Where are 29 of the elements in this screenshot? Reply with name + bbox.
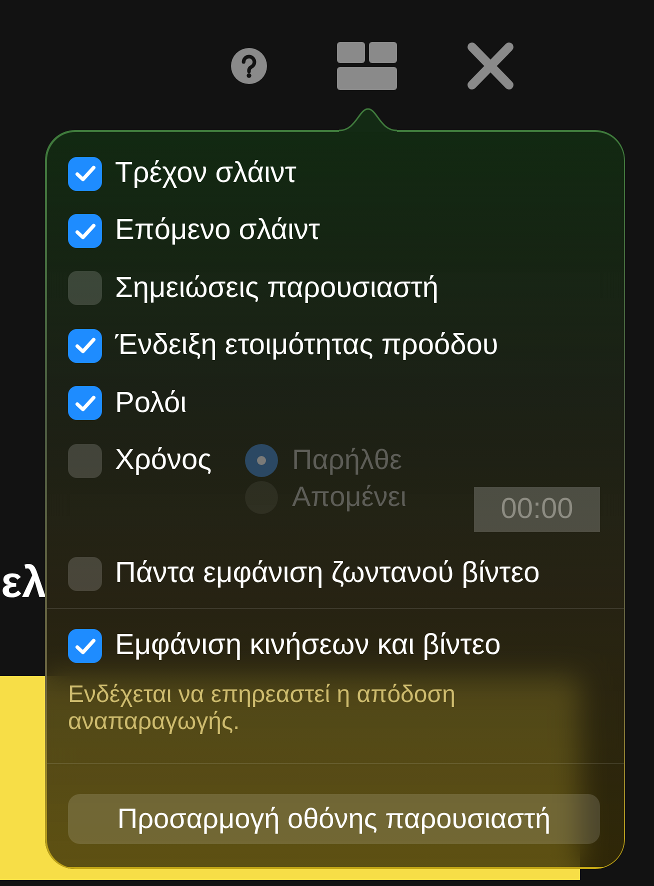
checkmark-icon [74, 638, 96, 655]
checkbox[interactable] [68, 556, 102, 591]
checkbox[interactable] [68, 386, 102, 420]
customize-display-button[interactable]: Προσαρμογή οθόνης παρουσιαστή [68, 794, 600, 844]
close-icon[interactable] [467, 42, 514, 90]
option-label: Εμφάνιση κινήσεων και βίντεο [115, 628, 501, 664]
option-label: Χρόνος [115, 442, 212, 478]
radio-label: Απομένει [292, 480, 406, 514]
checkmark-icon [74, 337, 96, 354]
option-label: Επόμενο σλάιντ [115, 213, 320, 248]
checkmark-icon [74, 165, 96, 182]
checkbox[interactable] [68, 214, 102, 248]
hint-text: Ενδέχεται να επηρεαστεί η απόδοση αναπαραγωγής. [68, 680, 456, 735]
help-icon[interactable] [231, 48, 267, 84]
option-label: Σημειώσεις παρουσιαστή [115, 270, 439, 306]
layout-icon[interactable] [337, 42, 397, 90]
slide-title-text: ελ [1, 561, 46, 605]
radio-label: Παρήλθε [292, 443, 402, 478]
popover-pointer [339, 107, 397, 132]
checkbox[interactable] [68, 629, 102, 664]
checkmark-icon [74, 222, 96, 240]
option-label: Πάντα εμφάνιση ζωντανού βίντεο [115, 556, 540, 591]
checkmark-icon [74, 394, 96, 412]
option-label: Τρέχον σλάιντ [115, 156, 296, 191]
checkbox[interactable] [68, 328, 102, 363]
checkbox[interactable] [68, 271, 102, 306]
option-label: Ένδειξη ετοιμότητας προόδου [115, 328, 498, 364]
checkbox[interactable] [68, 156, 102, 191]
option-label: Ρολόι [115, 386, 187, 420]
